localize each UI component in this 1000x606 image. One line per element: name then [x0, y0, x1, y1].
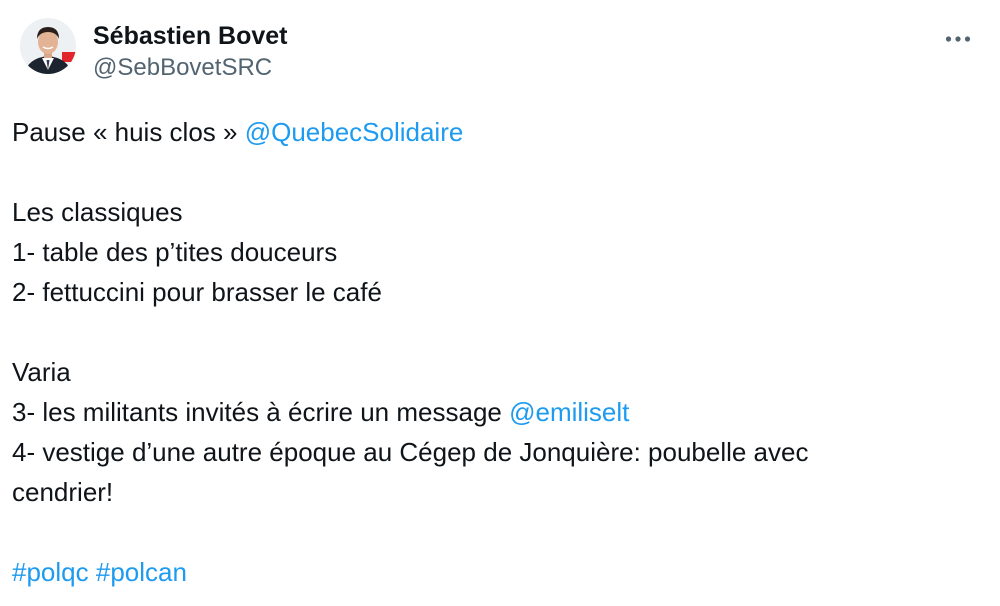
tweet-line: Varia [12, 357, 71, 387]
hashtag-link-polqc[interactable]: #polqc [12, 557, 89, 587]
tweet-line: #polqc #polcan [12, 552, 972, 592]
tweet-text: Pause « huis clos » @QuebecSolidaire Les… [12, 112, 972, 592]
author-handle[interactable]: @SebBovetSRC [93, 52, 288, 84]
tweet-line: 1- table des p’tites douceurs [12, 237, 338, 267]
tweet-line: Pause « huis clos » @QuebecSolidaire [12, 112, 972, 152]
tweet-line: 4- vestige d’une autre époque au Cégep d… [12, 437, 809, 467]
avatar[interactable] [20, 18, 76, 74]
mention-link-emiliselt[interactable]: @emiliselt [509, 397, 629, 427]
hashtag-link-polcan[interactable]: #polcan [96, 557, 187, 587]
tweet-line: Les classiques [12, 197, 183, 227]
more-horizontal-icon [945, 36, 971, 42]
tweet-line: 3- les militants invités à écrire un mes… [12, 392, 972, 432]
tweet-text-segment: Pause « huis clos » [12, 117, 245, 147]
mention-link-quebecsolidaire[interactable]: @QuebecSolidaire [245, 117, 464, 147]
more-options-button[interactable] [938, 22, 978, 56]
tweet-text-segment: 3- les militants invités à écrire un mes… [12, 397, 510, 427]
tweet-line: cendrier! [12, 477, 114, 507]
author-header: Sébastien Bovet @SebBovetSRC [93, 20, 288, 84]
avatar-photo-icon [20, 18, 76, 74]
author-display-name[interactable]: Sébastien Bovet [93, 20, 288, 52]
tweet-line: 2- fettuccini pour brasser le café [12, 277, 382, 307]
tweet-card: Sébastien Bovet @SebBovetSRC Pause « hui… [0, 0, 1000, 606]
